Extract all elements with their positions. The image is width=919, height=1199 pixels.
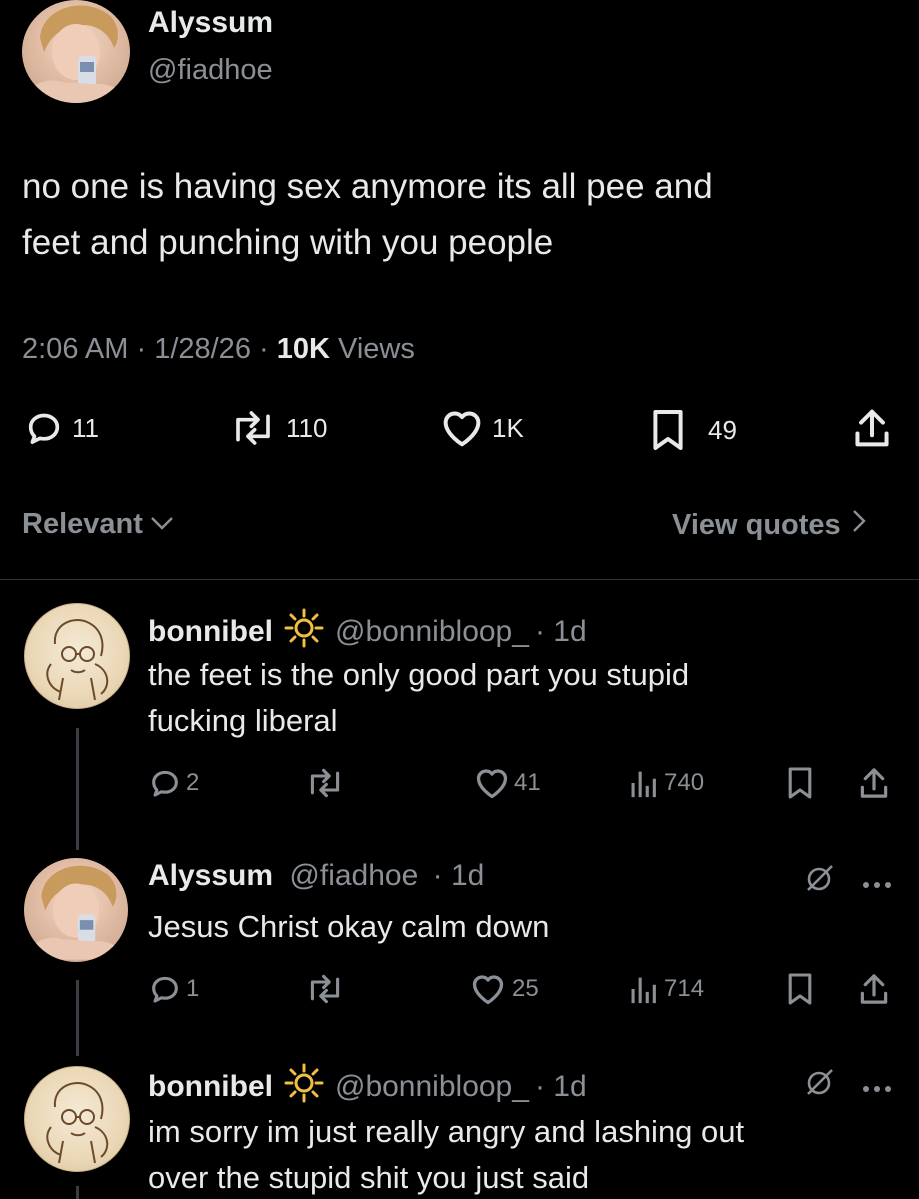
tweet-text-line-1: no one is having sex anymore its all pee… — [22, 167, 713, 206]
views-button[interactable]: 714 — [628, 972, 704, 1006]
bookmark-button[interactable] — [786, 970, 814, 1008]
share-icon — [858, 970, 890, 1008]
reply-header: bonnibel @bonnibloop_ · 1d — [148, 607, 587, 657]
like-count: 1K — [492, 412, 524, 443]
bookmark-count: 49 — [708, 414, 737, 445]
reply-handle[interactable]: @fiadhoe — [289, 859, 418, 892]
reply-button[interactable]: 11 — [24, 408, 99, 448]
reply-age: · 1d — [432, 859, 485, 892]
view-quotes-label: View quotes — [672, 508, 841, 541]
share-button[interactable] — [858, 764, 890, 802]
bookmark-button[interactable]: 49 — [650, 408, 737, 452]
reply-button[interactable]: 2 — [148, 766, 199, 800]
meta-separator: · — [259, 333, 277, 365]
thread-connector — [76, 980, 79, 1056]
chevron-down-icon — [149, 508, 175, 541]
views-count: 714 — [664, 975, 705, 1002]
views-label: Views — [338, 333, 415, 365]
heart-icon — [440, 408, 484, 448]
repost-button[interactable]: 110 — [228, 408, 327, 448]
reply-handle[interactable]: @bonnibloop_ — [335, 1070, 529, 1104]
reply-text-line-1: Jesus Christ okay calm down — [148, 909, 550, 944]
reply-age: · 1d — [534, 1070, 587, 1103]
more-options-icon[interactable] — [862, 1080, 892, 1098]
grok-icon[interactable] — [804, 1066, 836, 1103]
like-button[interactable]: 1K — [440, 408, 524, 448]
reply-header: bonnibel @bonnibloop_ · 1d — [148, 1062, 587, 1112]
repost-button[interactable] — [304, 972, 346, 1006]
reply-header: Alyssum @fiadhoe · 1d — [148, 859, 484, 893]
analytics-icon — [628, 766, 658, 800]
author-avatar[interactable] — [22, 0, 130, 103]
reply-display-name[interactable]: Alyssum — [148, 859, 273, 892]
bookmark-icon — [786, 764, 814, 802]
share-icon — [852, 406, 892, 450]
reply-avatar[interactable] — [24, 1066, 130, 1172]
reply-count: 11 — [72, 412, 99, 443]
like-button[interactable]: 41 — [474, 766, 541, 800]
views-count: 10K — [276, 333, 330, 365]
views-count: 740 — [664, 769, 705, 796]
reply-count: 1 — [186, 975, 200, 1002]
repost-count: 110 — [286, 412, 328, 443]
thread-connector — [76, 728, 79, 850]
view-quotes-link[interactable]: View quotes — [672, 508, 867, 542]
like-count: 41 — [514, 769, 541, 796]
repost-icon — [304, 766, 346, 800]
share-button[interactable] — [852, 406, 892, 450]
divider — [0, 579, 919, 580]
heart-icon — [470, 972, 506, 1006]
reply-display-name[interactable]: bonnibel — [148, 615, 273, 649]
reply-text-line-2: fucking liberal — [148, 703, 338, 738]
tweet-time[interactable]: 2:06 AM — [22, 333, 128, 365]
reply-count: 2 — [186, 769, 200, 796]
reply-handle[interactable]: @bonnibloop_ — [335, 615, 529, 649]
tweet-date[interactable]: 1/28/26 — [154, 333, 251, 365]
sort-dropdown[interactable]: Relevant — [22, 508, 175, 541]
reply-avatar[interactable] — [24, 858, 128, 962]
share-button[interactable] — [858, 970, 890, 1008]
sun-emoji-icon — [283, 1062, 325, 1112]
thread-connector — [76, 1186, 79, 1199]
views-button[interactable]: 740 — [628, 766, 704, 800]
repost-icon — [228, 408, 278, 448]
like-button[interactable]: 25 — [470, 972, 539, 1006]
heart-icon — [474, 766, 510, 800]
meta-separator: · — [136, 333, 155, 365]
author-display-name[interactable]: Alyssum — [148, 6, 273, 40]
reply-age: · 1d — [534, 615, 587, 648]
reply-text-line-1: im sorry im just really angry and lashin… — [148, 1114, 745, 1149]
reply-button[interactable]: 1 — [148, 972, 199, 1006]
grok-icon[interactable] — [804, 862, 836, 899]
bookmark-icon — [650, 408, 686, 452]
more-options-icon[interactable] — [862, 876, 892, 894]
reply-display-name[interactable]: bonnibel — [148, 1070, 273, 1104]
bookmark-icon — [786, 970, 814, 1008]
repost-icon — [304, 972, 346, 1006]
reply-icon — [148, 766, 182, 800]
repost-button[interactable] — [304, 766, 346, 800]
reply-icon — [148, 972, 182, 1006]
like-count: 25 — [512, 975, 539, 1002]
reply-icon — [24, 408, 64, 448]
sun-emoji-icon — [283, 607, 325, 657]
reply-text-line-1: the feet is the only good part you stupi… — [148, 657, 690, 692]
chevron-right-icon — [851, 508, 867, 542]
tweet-meta: 2:06 AM · 1/28/26 · 10K Views — [22, 333, 415, 366]
author-handle[interactable]: @fiadhoe — [148, 54, 273, 87]
reply-text-line-2: over the stupid shit you just said — [148, 1160, 590, 1195]
tweet-text-line-2: feet and punching with you people — [22, 223, 554, 262]
bookmark-button[interactable] — [786, 764, 814, 802]
share-icon — [858, 764, 890, 802]
sort-label: Relevant — [22, 508, 143, 540]
analytics-icon — [628, 972, 658, 1006]
reply-avatar[interactable] — [24, 603, 130, 709]
